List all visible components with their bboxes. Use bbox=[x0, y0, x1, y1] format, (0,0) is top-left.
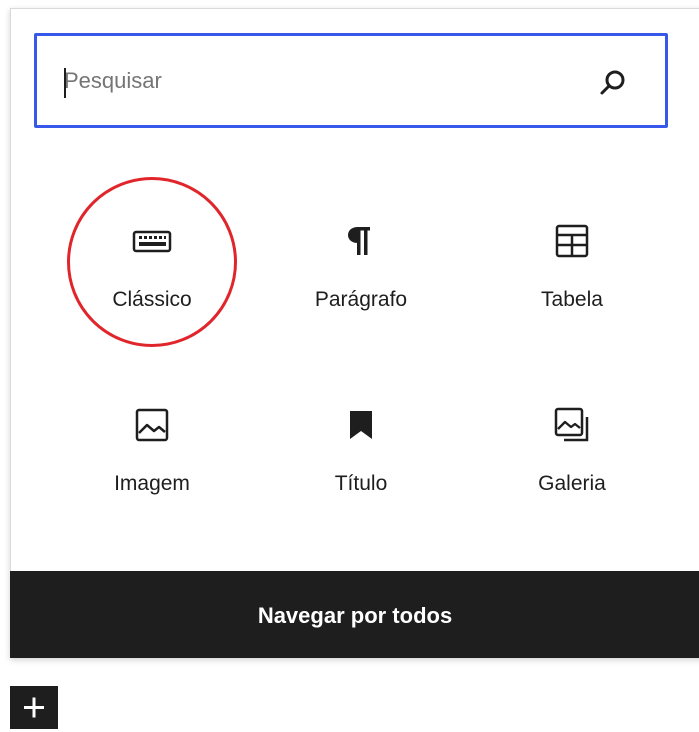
block-label: Parágrafo bbox=[314, 288, 408, 311]
block-label: Galeria bbox=[538, 472, 606, 495]
search-box[interactable] bbox=[34, 33, 668, 128]
table-icon bbox=[555, 224, 589, 258]
search-input[interactable] bbox=[64, 36, 584, 125]
paragraph-icon bbox=[348, 227, 370, 255]
block-label: Clássico bbox=[112, 288, 192, 311]
bookmark-icon bbox=[350, 411, 372, 439]
add-block-button[interactable] bbox=[10, 686, 58, 729]
block-item-heading[interactable]: Título bbox=[271, 397, 451, 507]
block-label: Título bbox=[334, 472, 388, 495]
plus-icon bbox=[24, 697, 44, 718]
text-caret bbox=[64, 68, 66, 98]
keyboard-icon bbox=[132, 230, 172, 253]
block-item-gallery[interactable]: Galeria bbox=[482, 397, 662, 507]
browse-all-button[interactable]: Navegar por todos bbox=[10, 571, 699, 658]
search-icon[interactable] bbox=[597, 67, 629, 99]
image-icon bbox=[135, 408, 169, 442]
block-label: Tabela bbox=[541, 288, 603, 311]
block-item-classic[interactable]: Clássico bbox=[62, 213, 242, 323]
gallery-icon bbox=[554, 407, 589, 442]
block-item-table[interactable]: Tabela bbox=[482, 213, 662, 323]
block-item-image[interactable]: Imagem bbox=[62, 397, 242, 507]
block-item-paragraph[interactable]: Parágrafo bbox=[271, 213, 451, 323]
block-label: Imagem bbox=[114, 472, 190, 495]
